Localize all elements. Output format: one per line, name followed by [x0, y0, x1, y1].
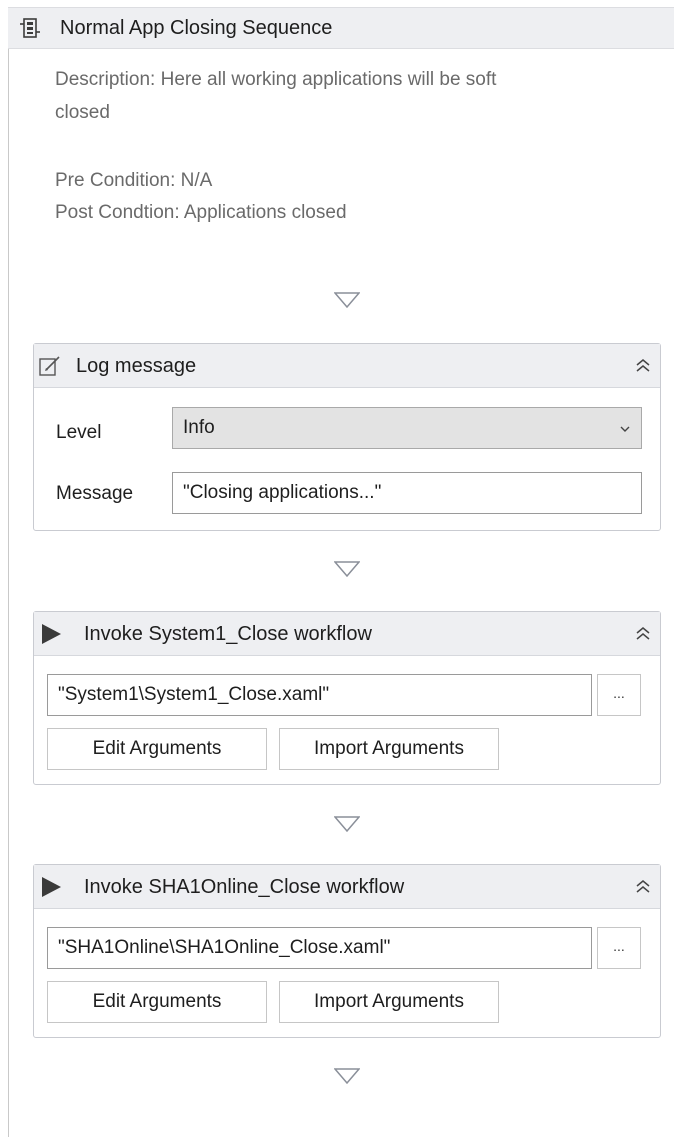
invoke-system1-close-activity[interactable]: Invoke System1_Close workflow "System1\S…: [33, 611, 661, 785]
workflow-path-input[interactable]: "SHA1Online\SHA1Online_Close.xaml": [47, 927, 592, 969]
invoke-system1-close-title: Invoke System1_Close workflow: [84, 623, 372, 645]
level-dropdown-value: Info: [183, 417, 215, 438]
annotation-postcondition: Post Condtion: Applications closed: [55, 202, 347, 223]
double-chevron-up-icon[interactable]: [634, 625, 652, 643]
edit-arguments-button[interactable]: Edit Arguments: [47, 728, 267, 770]
import-arguments-button[interactable]: Import Arguments: [279, 728, 499, 770]
annotation-precondition: Pre Condition: N/A: [55, 170, 213, 191]
invoke-sha1online-close-title: Invoke SHA1Online_Close workflow: [84, 876, 405, 898]
double-chevron-up-icon[interactable]: [634, 357, 652, 375]
drop-arrow-icon[interactable]: [334, 816, 360, 832]
play-triangle-icon: [40, 623, 62, 645]
log-message-title: Log message: [76, 355, 197, 377]
log-message-icon: [38, 354, 62, 378]
invoke-sha1online-close-activity[interactable]: Invoke SHA1Online_Close workflow "SHA1On…: [33, 864, 661, 1038]
sequence-title: Normal App Closing Sequence: [60, 17, 333, 39]
level-dropdown[interactable]: Info: [172, 407, 642, 449]
annotation-description-line2: closed: [55, 102, 110, 123]
workflow-path-input[interactable]: "System1\System1_Close.xaml": [47, 674, 592, 716]
message-label: Message: [56, 483, 134, 504]
sequence-border: [8, 48, 9, 1137]
edit-arguments-button[interactable]: Edit Arguments: [47, 981, 267, 1023]
browse-button[interactable]: ...: [597, 674, 641, 716]
browse-button[interactable]: ...: [597, 927, 641, 969]
level-label: Level: [56, 422, 102, 443]
message-input[interactable]: "Closing applications...": [172, 472, 642, 514]
play-triangle-icon: [40, 876, 62, 898]
double-chevron-up-icon[interactable]: [634, 878, 652, 896]
import-arguments-button[interactable]: Import Arguments: [279, 981, 499, 1023]
drop-arrow-icon[interactable]: [334, 1068, 360, 1084]
chevron-down-icon[interactable]: [619, 422, 631, 434]
drop-arrow-icon[interactable]: [334, 292, 360, 308]
annotation-description-line1: Description: Here all working applicatio…: [55, 69, 497, 90]
drop-arrow-icon[interactable]: [334, 561, 360, 577]
log-message-activity[interactable]: Log message Level Info Message "Closing …: [33, 343, 661, 531]
sequence-icon: [18, 16, 42, 40]
